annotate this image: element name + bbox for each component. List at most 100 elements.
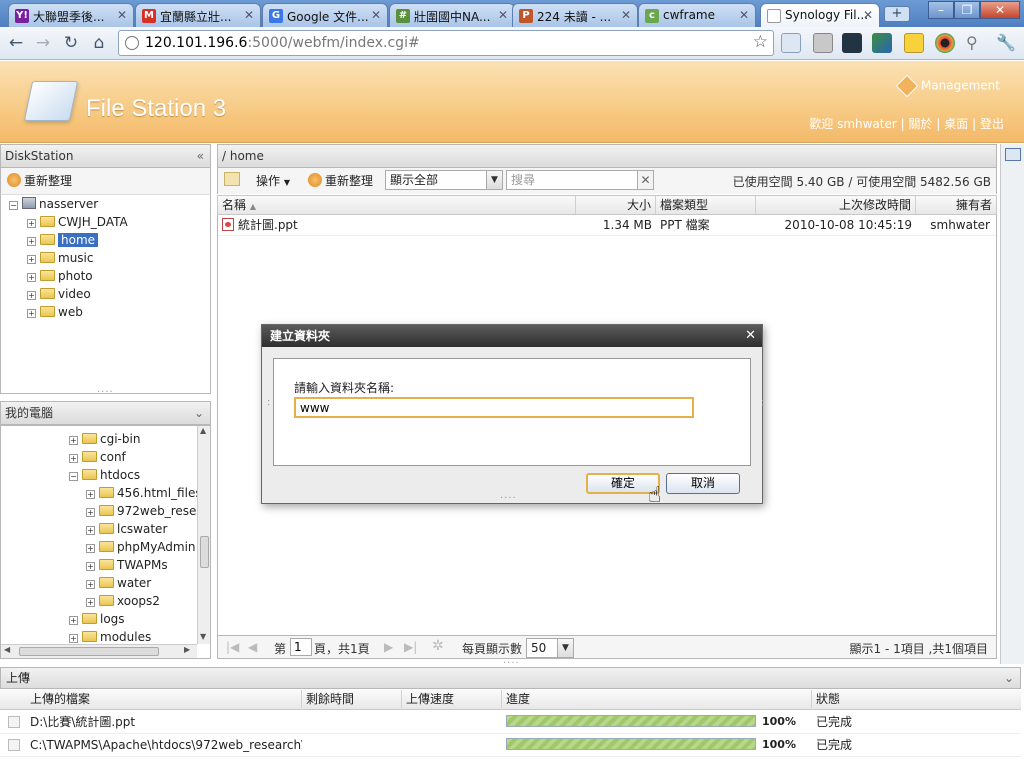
maximize-icon[interactable]: ❐: [954, 1, 980, 19]
page-info-icon[interactable]: [125, 36, 139, 50]
column-size[interactable]: 大小: [576, 196, 656, 214]
address-bar[interactable]: 120.101.196.6:5000/webfm/index.cgi# ☆: [118, 30, 774, 56]
local-tree-folder[interactable]: + xoops2: [86, 592, 160, 610]
browser-tab-4[interactable]: P 224 未讀 - ... ✕: [512, 3, 638, 27]
tab-close-icon[interactable]: ✕: [739, 8, 749, 22]
tree-folder[interactable]: + photo: [27, 267, 93, 285]
expand-icon[interactable]: +: [86, 580, 95, 589]
search-clear-icon[interactable]: ✕: [638, 170, 654, 190]
column-progress[interactable]: 進度: [502, 690, 812, 708]
tab-close-icon[interactable]: ✕: [117, 8, 127, 22]
local-tree-vscrollbar[interactable]: ▲ ▼: [197, 426, 210, 644]
expand-icon[interactable]: +: [27, 255, 36, 264]
search-extension-icon[interactable]: ⚲: [966, 33, 986, 53]
splitter-grip[interactable]: ····: [97, 387, 114, 393]
dialog-close-icon[interactable]: ✕: [745, 325, 756, 347]
expand-icon[interactable]: +: [27, 309, 36, 318]
tree-root-nasserver[interactable]: − nasserver: [9, 195, 98, 213]
extension-icon[interactable]: [872, 33, 892, 53]
scroll-left-icon[interactable]: ◀: [4, 645, 10, 654]
first-page-icon[interactable]: |◀: [226, 640, 239, 654]
new-tab-button[interactable]: +: [884, 6, 910, 22]
column-upload-file[interactable]: 上傳的檔案: [26, 690, 302, 708]
collapse-icon[interactable]: −: [9, 201, 18, 210]
per-page-select[interactable]: 50 ▼: [526, 638, 574, 658]
minimize-icon[interactable]: –: [928, 1, 954, 19]
resize-grip[interactable]: ··: [756, 399, 767, 407]
tab-close-icon[interactable]: ✕: [863, 8, 873, 22]
column-speed[interactable]: 上傳速度: [402, 690, 502, 708]
bookmark-star-icon[interactable]: ☆: [753, 32, 768, 52]
local-tree-folder[interactable]: +456.html_files: [86, 484, 202, 502]
local-tree-folder[interactable]: + water: [86, 574, 151, 592]
tree-folder[interactable]: + CWJH_DATA: [27, 213, 128, 231]
expand-icon[interactable]: +: [69, 634, 78, 643]
local-tree-folder[interactable]: + TWAPMs: [86, 556, 168, 574]
prev-page-icon[interactable]: ◀: [248, 640, 257, 654]
column-name[interactable]: 名稱 ▲: [218, 196, 576, 214]
expand-icon[interactable]: +: [86, 544, 95, 553]
scroll-down-icon[interactable]: ▼: [200, 632, 206, 641]
expand-icon[interactable]: +: [86, 508, 95, 517]
wrench-icon[interactable]: 🔧: [996, 33, 1016, 53]
upload-row[interactable]: D:\比賽\統計圖.ppt 100% 已完成: [0, 711, 1021, 734]
scroll-thumb[interactable]: [200, 536, 209, 568]
expand-icon[interactable]: +: [27, 237, 36, 246]
tree-folder-selected[interactable]: + home: [27, 231, 99, 249]
resize-grip[interactable]: ····: [500, 493, 517, 504]
main-refresh-button[interactable]: 重新整理: [308, 172, 373, 189]
local-tree-folder[interactable]: + lcswater: [86, 520, 167, 538]
column-remaining[interactable]: 剩餘時間: [302, 690, 402, 708]
upload-row[interactable]: C:\TWAPMS\Apache\htdocs\972web_research\…: [0, 734, 1021, 757]
cancel-button[interactable]: 取消: [666, 473, 740, 494]
ie-tab-icon[interactable]: [781, 33, 801, 53]
collapse-icon[interactable]: −: [69, 472, 78, 481]
folder-name-input[interactable]: [294, 397, 694, 418]
local-tree-hscrollbar[interactable]: ◀ ▶: [1, 644, 197, 658]
action-menu-button[interactable]: 操作 ▼: [256, 172, 290, 189]
filter-select[interactable]: 顯示全部 ▼: [385, 170, 503, 190]
row-checkbox[interactable]: [8, 716, 20, 728]
expand-icon[interactable]: +: [27, 219, 36, 228]
home-icon[interactable]: ⌂: [88, 33, 110, 53]
scroll-up-icon[interactable]: ▲: [200, 426, 206, 435]
expand-icon[interactable]: +: [86, 562, 95, 571]
scroll-thumb[interactable]: [19, 647, 159, 656]
tree-folder[interactable]: + video: [27, 285, 91, 303]
table-row[interactable]: 統計圖.ppt 1.34 MB PPT 檔案 2010-10-08 10:45:…: [218, 215, 996, 236]
browser-tab-3[interactable]: # 壯圍國中NA... ✕: [389, 3, 515, 27]
window-close-icon[interactable]: ✕: [980, 1, 1020, 19]
collapse-upload-icon[interactable]: ⌄: [1004, 668, 1014, 688]
resize-grip[interactable]: ··: [262, 399, 273, 407]
column-modified[interactable]: 上次修改時間: [756, 196, 916, 214]
page-number-input[interactable]: [290, 638, 312, 656]
expand-icon[interactable]: +: [69, 616, 78, 625]
scroll-right-icon[interactable]: ▶: [184, 645, 190, 654]
local-tree-folder[interactable]: + conf: [69, 448, 126, 466]
column-owner[interactable]: 擁有者: [916, 196, 996, 214]
tree-folder[interactable]: + web: [27, 303, 83, 321]
expand-icon[interactable]: +: [86, 526, 95, 535]
forward-icon[interactable]: →: [32, 33, 54, 53]
back-icon[interactable]: ←: [5, 33, 27, 53]
expand-icon[interactable]: +: [69, 436, 78, 445]
expand-icon[interactable]: +: [86, 490, 95, 499]
column-status[interactable]: 狀態: [812, 690, 1020, 708]
logout-link[interactable]: 登出: [980, 117, 1004, 131]
tree-folder[interactable]: + music: [27, 249, 93, 267]
tab-close-icon[interactable]: ✕: [498, 8, 508, 22]
expand-icon[interactable]: +: [69, 454, 78, 463]
desktop-link[interactable]: 桌面: [944, 117, 968, 131]
left-refresh-button[interactable]: 重新整理: [7, 172, 72, 189]
tab-close-icon[interactable]: ✕: [244, 8, 254, 22]
parent-folder-icon[interactable]: [224, 172, 240, 186]
reload-icon[interactable]: ↻: [60, 33, 82, 53]
extension-icon[interactable]: [842, 33, 862, 53]
notes-icon[interactable]: [904, 33, 924, 53]
next-page-icon[interactable]: ▶: [384, 640, 393, 654]
row-checkbox[interactable]: [8, 739, 20, 751]
printer-icon[interactable]: [813, 33, 833, 53]
expand-icon[interactable]: +: [27, 273, 36, 282]
expand-icon[interactable]: +: [86, 598, 95, 607]
browser-tab-active[interactable]: Synology Fil... ✕: [760, 3, 880, 28]
